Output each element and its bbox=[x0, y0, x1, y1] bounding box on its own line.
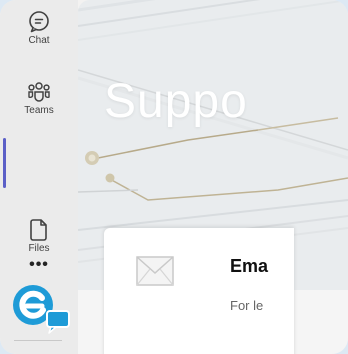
rail-item-files[interactable]: Files bbox=[0, 218, 78, 254]
rail-item-teams[interactable]: Teams bbox=[0, 80, 78, 116]
teams-icon bbox=[26, 80, 52, 104]
rail-item-support-app[interactable] bbox=[0, 138, 78, 334]
hero-title: Suppo bbox=[104, 75, 248, 128]
rail-item-more[interactable]: ••• bbox=[0, 256, 78, 274]
rail-item-label: Teams bbox=[24, 105, 54, 116]
files-icon bbox=[28, 218, 50, 242]
chat-icon bbox=[27, 10, 51, 34]
card-title: Ema bbox=[230, 256, 269, 276]
rail-divider bbox=[14, 340, 62, 341]
card-subtitle: For le bbox=[230, 298, 264, 313]
more-icon: ••• bbox=[29, 256, 49, 273]
rail-item-label: Files bbox=[28, 243, 50, 254]
app-rail: Chat Teams Files ••• bbox=[0, 0, 78, 354]
teams-window: Chat Teams Files ••• Suppo Ema For le bbox=[0, 0, 348, 354]
support-app-icon bbox=[9, 283, 71, 335]
envelope-icon bbox=[136, 256, 174, 291]
rail-item-chat[interactable]: Chat bbox=[0, 10, 78, 46]
rail-item-label: Chat bbox=[28, 35, 50, 46]
email-option-card[interactable] bbox=[104, 228, 294, 354]
